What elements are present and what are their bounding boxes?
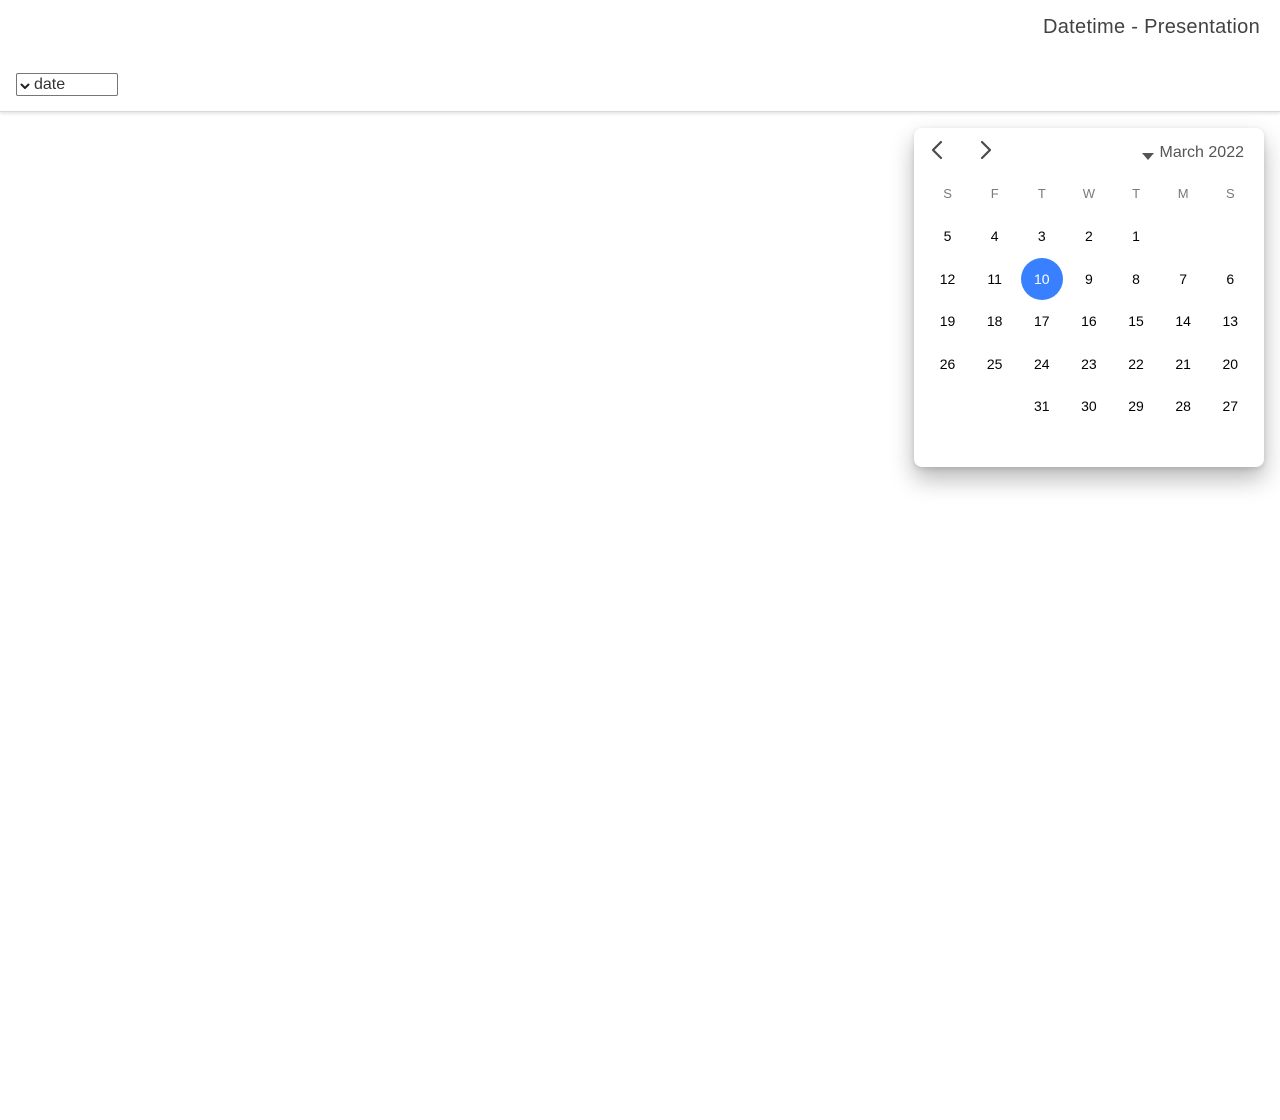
- calendar-day-number: 18: [986, 313, 1003, 330]
- calendar-day-number: 26: [939, 355, 956, 372]
- calendar-week-row: 12 11 10 9 8 7 6: [924, 257, 1254, 301]
- calendar-day-number: 27: [1222, 398, 1239, 415]
- calendar-day-number: 28: [1175, 398, 1191, 415]
- chevron-down-icon: [19, 79, 31, 91]
- calendar-day-number: 30: [1081, 398, 1097, 415]
- calendar-day-button[interactable]: 9: [1065, 258, 1112, 301]
- calendar-day-button[interactable]: 29: [1113, 385, 1160, 428]
- calendar-day-button[interactable]: 16: [1065, 300, 1112, 343]
- calendar-day-number: 22: [1128, 355, 1144, 372]
- calendar-day-number: 21: [1175, 355, 1191, 372]
- calendar-day-button[interactable]: 28: [1160, 385, 1207, 428]
- presentation-select-value: date: [34, 75, 66, 93]
- weekday-label: T: [1037, 186, 1046, 201]
- calendar-day-number: 7: [1179, 270, 1188, 287]
- calendar-day-number: 5: [943, 228, 952, 245]
- calendar-day-number: 2: [1085, 228, 1093, 245]
- calendar-day-button[interactable]: 26: [924, 343, 971, 386]
- calendar-day-number: 16: [1081, 313, 1097, 330]
- next-month-button[interactable]: [970, 138, 1000, 166]
- calendar-day-grid: 5 4 3 2 1 12 11 10 9 8 7 6 19 18 17 16 15 14 13 26 25 24 23 22 2…: [924, 215, 1254, 428]
- calendar-day-button[interactable]: 20: [1207, 343, 1254, 386]
- calendar-day-number: 13: [1222, 313, 1239, 330]
- weekday-label: S: [943, 186, 952, 201]
- calendar-day-button[interactable]: 1: [1113, 215, 1160, 258]
- calendar-day-number: 14: [1175, 313, 1191, 330]
- calendar-day-number: 20: [1222, 355, 1239, 372]
- calendar-day-number: 1: [1132, 228, 1140, 245]
- previous-month-button[interactable]: [923, 138, 953, 166]
- weekday-label: S: [1225, 186, 1235, 201]
- calendar-day-button[interactable]: 2: [1065, 215, 1112, 258]
- weekday-label: W: [1082, 186, 1096, 201]
- calendar-day-button[interactable]: 17: [1018, 300, 1065, 343]
- calendar-day-button[interactable]: 21: [1160, 343, 1207, 386]
- calendar-week-row: 26 25 24 23 22 21 20: [924, 343, 1254, 386]
- calendar-week-row: 5 4 3 2 1: [924, 215, 1254, 258]
- calendar-day-button[interactable]: 4: [971, 215, 1018, 258]
- calendar-day-button[interactable]: 27: [1207, 385, 1254, 428]
- month-year-label: March 2022: [1159, 144, 1245, 161]
- calendar-day-button[interactable]: 24: [1018, 343, 1065, 386]
- calendar-day-number: 10: [1020, 257, 1063, 300]
- calendar-day-number: 12: [939, 270, 956, 287]
- calendar-day-number: 4: [990, 228, 999, 245]
- calendar-day-number: 15: [1128, 313, 1144, 330]
- calendar-day-button[interactable]: 19: [924, 300, 971, 343]
- date-picker-calendar: March 2022 SFTWTMS 5 4 3 2 1 12 11 10 9 8 7 6 19 18 17…: [914, 128, 1264, 467]
- presentation-select[interactable]: date: [16, 73, 118, 96]
- calendar-day-button[interactable]: 25: [971, 343, 1018, 386]
- calendar-day-number: 11: [987, 270, 1002, 287]
- calendar-day-number: 31: [1034, 398, 1050, 415]
- calendar-day-number: 24: [1034, 355, 1050, 372]
- calendar-day-button[interactable]: 5: [924, 215, 971, 258]
- calendar-day-button[interactable]: 30: [1065, 385, 1112, 428]
- calendar-day-button[interactable]: 23: [1065, 343, 1112, 386]
- calendar-day-number: 25: [986, 355, 1003, 372]
- calendar-day-button[interactable]: 8: [1113, 258, 1160, 301]
- chevron-left-icon: [930, 140, 946, 165]
- calendar-day-button[interactable]: 6: [1207, 258, 1254, 301]
- calendar-day-button[interactable]: 14: [1160, 300, 1207, 343]
- calendar-day-button[interactable]: 22: [1113, 343, 1160, 386]
- calendar-day-button[interactable]: 11: [971, 258, 1018, 301]
- calendar-day-button[interactable]: 7: [1160, 258, 1207, 301]
- calendar-day-number: 23: [1081, 355, 1097, 372]
- calendar-day-number: 17: [1034, 313, 1050, 330]
- calendar-empty-cell: [924, 385, 971, 428]
- calendar-day-button[interactable]: 13: [1207, 300, 1254, 343]
- calendar-day-button[interactable]: 10: [1018, 257, 1065, 301]
- caret-down-icon: [1141, 148, 1155, 160]
- calendar-day-number: 29: [1128, 398, 1144, 415]
- calendar-day-number: 8: [1132, 270, 1140, 287]
- weekday-header-row: SFTWTMS: [924, 186, 1254, 202]
- chevron-right-icon: [977, 140, 993, 165]
- calendar-day-button[interactable]: 12: [924, 258, 971, 301]
- weekday-label: T: [1132, 186, 1141, 201]
- toolbar-header: Datetime - Presentation date: [0, 0, 1280, 112]
- calendar-day-number: 6: [1226, 270, 1235, 287]
- month-year-toggle[interactable]: March 2022: [1141, 142, 1245, 164]
- calendar-day-button[interactable]: 15: [1113, 300, 1160, 343]
- calendar-week-row: 31 30 29 28 27: [924, 385, 1254, 428]
- calendar-day-button[interactable]: 3: [1018, 215, 1065, 258]
- calendar-day-number: 19: [939, 313, 956, 330]
- calendar-day-number: 3: [1037, 228, 1046, 245]
- weekday-label: M: [1177, 186, 1189, 201]
- calendar-day-button[interactable]: 31: [1018, 385, 1065, 428]
- calendar-empty-cell: [1160, 215, 1207, 258]
- calendar-empty-cell: [971, 385, 1018, 428]
- page-title: Datetime - Presentation: [1043, 16, 1260, 38]
- calendar-day-number: 9: [1085, 270, 1093, 287]
- calendar-day-button[interactable]: 18: [971, 300, 1018, 343]
- calendar-week-row: 19 18 17 16 15 14 13: [924, 300, 1254, 343]
- weekday-label: F: [990, 186, 999, 201]
- calendar-empty-cell: [1207, 215, 1254, 258]
